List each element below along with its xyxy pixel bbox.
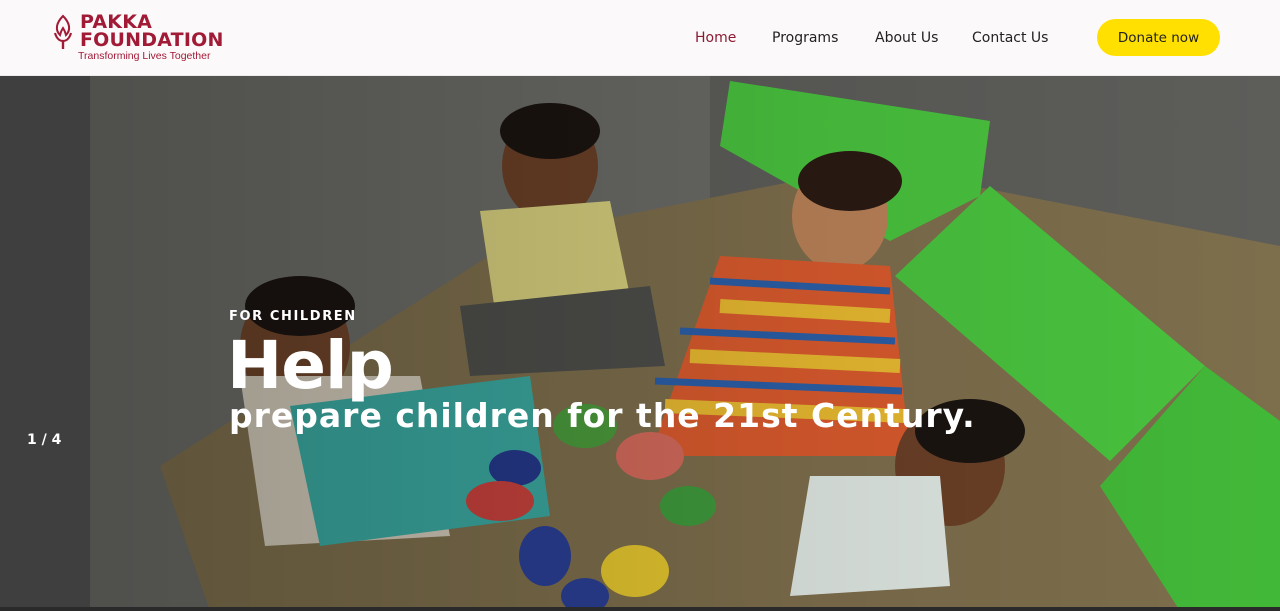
hero-bottom-bar (0, 607, 1280, 611)
brand-logo[interactable]: PAKKA FOUNDATION Transforming Lives Toge… (52, 12, 242, 64)
hero-headline: Help (227, 327, 394, 404)
hero-subheadline: prepare children for the 21st Century. (229, 396, 976, 435)
nav-contact-us[interactable]: Contact Us (972, 28, 1048, 48)
site-header: PAKKA FOUNDATION Transforming Lives Toge… (0, 0, 1280, 76)
leaf-logo-icon (53, 14, 73, 49)
hero-slider: 1 / 4 FOR CHILDREN Help prepare children… (0, 76, 1280, 611)
donate-button[interactable]: Donate now (1097, 19, 1220, 56)
slide-counter: 1 / 4 (27, 432, 62, 448)
brand-name-line2: FOUNDATION (80, 29, 224, 51)
brand-tagline: Transforming Lives Together (78, 50, 211, 62)
hero-side-panel (0, 76, 90, 611)
hero-eyebrow: FOR CHILDREN (229, 309, 357, 324)
nav-home[interactable]: Home (695, 28, 736, 48)
nav-about-us[interactable]: About Us (875, 28, 938, 48)
nav-programs[interactable]: Programs (772, 28, 838, 48)
